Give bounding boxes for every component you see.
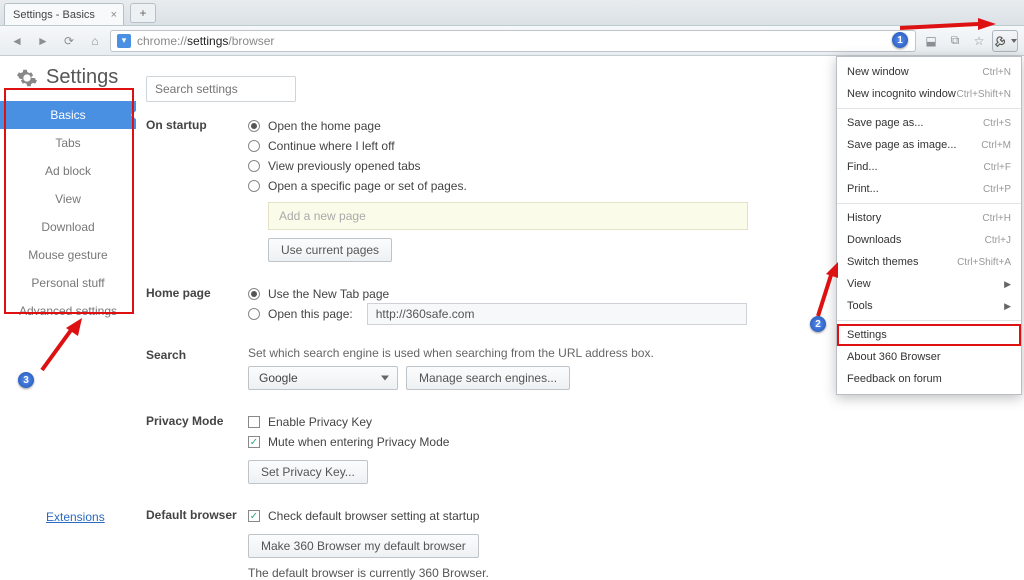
radio-open-home[interactable] <box>248 120 260 132</box>
annotation-arrow-2 <box>808 262 838 318</box>
default-browser-status: The default browser is currently 360 Bro… <box>248 566 1004 580</box>
menu-item-history[interactable]: HistoryCtrl+H <box>837 207 1021 229</box>
tab-strip: Settings - Basics × + <box>0 0 1024 26</box>
section-title-search: Search <box>146 346 248 390</box>
section-title-homepage: Home page <box>146 284 248 324</box>
add-page-field[interactable]: Add a new page <box>268 202 748 230</box>
tab-title: Settings - Basics <box>13 9 95 21</box>
annotation-arrow-3 <box>36 318 86 374</box>
annotation-badge-2: 2 <box>810 316 826 332</box>
radio-specific-page[interactable] <box>248 180 260 192</box>
checkbox-enable-privacy[interactable] <box>248 416 260 428</box>
annotation-badge-3: 3 <box>18 372 34 388</box>
menu-item-feedback-on-forum[interactable]: Feedback on forum <box>837 368 1021 390</box>
menu-item-tools[interactable]: Tools▶ <box>837 295 1021 317</box>
url-host: settings <box>187 34 228 48</box>
annotation-box-sidebar <box>4 88 134 314</box>
gear-icon <box>16 67 38 89</box>
menu-separator <box>837 320 1021 321</box>
browser-toolbar: ◄ ► ⟳ ⌂ ▾ chrome://settings/browser ⬓ ⧉ … <box>0 26 1024 56</box>
menu-separator <box>837 203 1021 204</box>
use-current-pages-button[interactable]: Use current pages <box>268 238 392 262</box>
menu-item-save-page-as-image[interactable]: Save page as image...Ctrl+M <box>837 134 1021 156</box>
set-privacy-key-button[interactable]: Set Privacy Key... <box>248 460 368 484</box>
menu-item-new-incognito-window[interactable]: New incognito windowCtrl+Shift+N <box>837 83 1021 105</box>
checkbox-mute-privacy[interactable]: ✓ <box>248 436 260 448</box>
section-title-startup: On startup <box>146 116 248 262</box>
radio-continue[interactable] <box>248 140 260 152</box>
search-engine-select[interactable]: Google <box>248 366 398 390</box>
menu-item-save-page-as[interactable]: Save page as...Ctrl+S <box>837 112 1021 134</box>
close-tab-icon[interactable]: × <box>111 9 117 21</box>
new-tab-button[interactable]: + <box>130 3 156 23</box>
radio-open-page[interactable] <box>248 308 260 320</box>
search-settings-input[interactable] <box>146 76 296 102</box>
radio-newtab[interactable] <box>248 288 260 300</box>
homepage-url-input[interactable] <box>367 303 747 325</box>
menu-item-find[interactable]: Find...Ctrl+F <box>837 156 1021 178</box>
reload-button[interactable]: ⟳ <box>58 30 80 52</box>
menu-item-print[interactable]: Print...Ctrl+P <box>837 178 1021 200</box>
forward-button[interactable]: ► <box>32 30 54 52</box>
checkbox-check-default[interactable]: ✓ <box>248 510 260 522</box>
radio-prev-tabs[interactable] <box>248 160 260 172</box>
url-path: /browser <box>228 34 274 48</box>
url-bar[interactable]: ▾ chrome://settings/browser <box>110 30 916 52</box>
make-default-button[interactable]: Make 360 Browser my default browser <box>248 534 479 558</box>
extensions-link[interactable]: Extensions <box>46 510 105 524</box>
back-button[interactable]: ◄ <box>6 30 28 52</box>
home-button[interactable]: ⌂ <box>84 30 106 52</box>
menu-separator <box>837 108 1021 109</box>
annotation-badge-1: 1 <box>892 32 908 48</box>
submenu-arrow-icon: ▶ <box>1004 301 1011 312</box>
menu-item-view[interactable]: View▶ <box>837 273 1021 295</box>
menu-item-settings[interactable]: Settings <box>837 324 1021 346</box>
section-title-privacy: Privacy Mode <box>146 412 248 484</box>
wrench-menu: New windowCtrl+NNew incognito windowCtrl… <box>836 56 1022 395</box>
annotation-arrow-1 <box>900 18 1000 38</box>
section-title-default: Default browser <box>146 506 248 580</box>
menu-item-about-360-browser[interactable]: About 360 Browser <box>837 346 1021 368</box>
page-title: Settings <box>46 66 118 89</box>
menu-item-new-window[interactable]: New windowCtrl+N <box>837 61 1021 83</box>
url-scheme: chrome <box>137 34 177 48</box>
browser-tab[interactable]: Settings - Basics × <box>4 3 124 25</box>
url-site-icon: ▾ <box>117 34 131 48</box>
menu-item-switch-themes[interactable]: Switch themesCtrl+Shift+A <box>837 251 1021 273</box>
submenu-arrow-icon: ▶ <box>1004 279 1011 290</box>
menu-item-downloads[interactable]: DownloadsCtrl+J <box>837 229 1021 251</box>
manage-search-engines-button[interactable]: Manage search engines... <box>406 366 570 390</box>
